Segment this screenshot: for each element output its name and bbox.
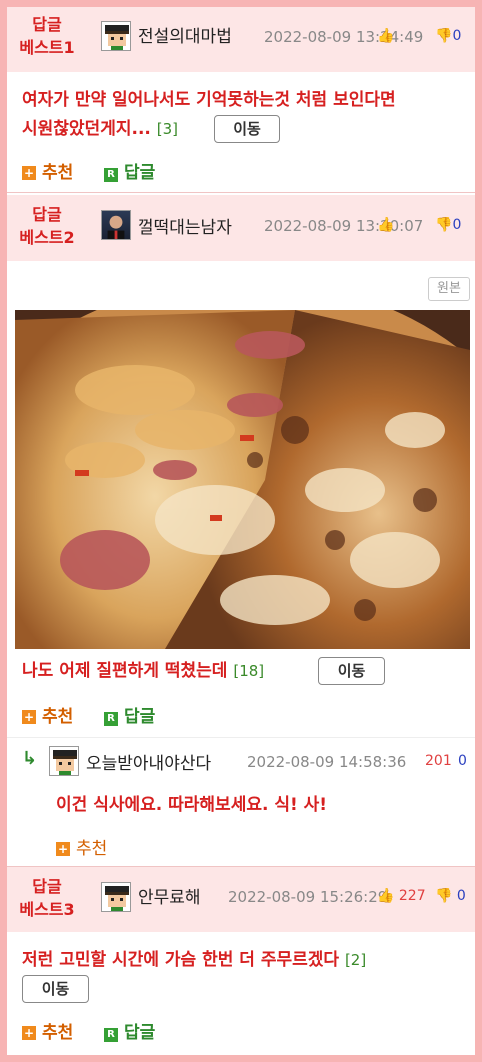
plus-icon: +: [56, 842, 70, 856]
reply-button[interactable]: R 답글: [104, 158, 155, 183]
reply-down-count[interactable]: 0: [458, 753, 467, 769]
move-button[interactable]: 이동: [22, 975, 89, 1003]
best-label-bottom: 베스트3: [19, 900, 75, 919]
reply-button[interactable]: R 답글: [104, 1018, 155, 1043]
best-label-top: 답글: [32, 205, 62, 224]
thumbs-down-icon: 👎: [435, 28, 453, 44]
reply-date: 2022-08-09 14:58:36: [247, 753, 407, 771]
thumbs-down-icon: 👎: [435, 217, 453, 233]
best-badge: 답글 베스트3: [13, 875, 81, 921]
best-label-bottom: 베스트2: [19, 228, 75, 247]
upvote[interactable]: 👍: [377, 28, 394, 44]
photo-avatar-icon[interactable]: [101, 210, 131, 240]
divider: [7, 737, 475, 738]
best-label-bottom: 베스트1: [19, 38, 75, 57]
thumbs-up-icon: 👍: [377, 888, 395, 904]
pizza-photo[interactable]: [15, 310, 470, 649]
best-badge: 답글 베스트2: [13, 203, 81, 249]
reply-button[interactable]: R 답글: [104, 702, 155, 727]
post-date: 2022-08-09 15:26:29: [228, 888, 388, 906]
plus-icon: +: [22, 166, 36, 180]
downvote[interactable]: 👎0: [435, 217, 461, 233]
pixel-character-icon[interactable]: [49, 746, 79, 776]
plus-icon: +: [22, 1026, 36, 1040]
move-button[interactable]: 이동: [214, 115, 280, 143]
nickname[interactable]: 오늘받아내야산다: [86, 749, 211, 774]
thumbs-up-icon: 👍: [377, 28, 395, 44]
recommend-button[interactable]: + 추천: [22, 1018, 73, 1043]
thumbs-down-icon: 👎: [435, 888, 453, 904]
downvote[interactable]: 👎0: [435, 28, 461, 44]
post-date: 2022-08-09 13:20:07: [264, 217, 424, 235]
best-label-top: 답글: [32, 15, 62, 34]
pixel-character-icon[interactable]: [101, 882, 131, 912]
post-date: 2022-08-09 13:24:49: [264, 28, 424, 46]
best-badge: 답글 베스트1: [13, 13, 81, 59]
reply-icon: R: [104, 168, 118, 182]
pixel-character-icon[interactable]: [101, 21, 131, 51]
plus-icon: +: [22, 710, 36, 724]
post-text-line2: 시원찮았던게지...: [22, 119, 151, 139]
post-text-line1: 여자가 만약 일어나서도 기억못하는것 처럼 보인다면: [22, 90, 396, 110]
recommend-button[interactable]: + 추천: [22, 158, 73, 183]
recommend-button[interactable]: + 추천: [22, 702, 73, 727]
move-button[interactable]: 이동: [318, 657, 385, 685]
reply-icon: R: [104, 712, 118, 726]
reply-arrow-icon: ↳: [22, 748, 38, 769]
reply-up-count[interactable]: 201: [425, 753, 452, 769]
post-text: 나도 어제 질편하게 떡쳤는데 [18]: [22, 661, 265, 681]
nickname[interactable]: 안무료해: [138, 883, 201, 908]
upvote[interactable]: 👍: [377, 217, 394, 233]
downvote[interactable]: 👎 0: [435, 888, 466, 904]
recommend-button[interactable]: + 추천: [56, 834, 107, 859]
best-label-top: 답글: [32, 877, 62, 896]
reply-text: 이건 식사에요. 따라해보세요. 식! 사!: [56, 795, 328, 815]
nickname[interactable]: 껄떡대는남자: [138, 213, 232, 238]
reply-count: [18]: [233, 662, 265, 680]
divider: [7, 192, 475, 193]
thumbs-up-icon: 👍: [377, 217, 395, 233]
reply-count: [2]: [344, 951, 367, 969]
reply-icon: R: [104, 1028, 118, 1042]
nickname[interactable]: 전설의대마법: [138, 22, 232, 47]
original-image-button[interactable]: 원본: [428, 277, 470, 301]
reply-count: [3]: [156, 120, 179, 138]
upvote[interactable]: 👍 227: [377, 888, 426, 904]
post-text: 저런 고민할 시간에 가슴 한번 더 주무르겠다 [2]: [22, 950, 367, 970]
